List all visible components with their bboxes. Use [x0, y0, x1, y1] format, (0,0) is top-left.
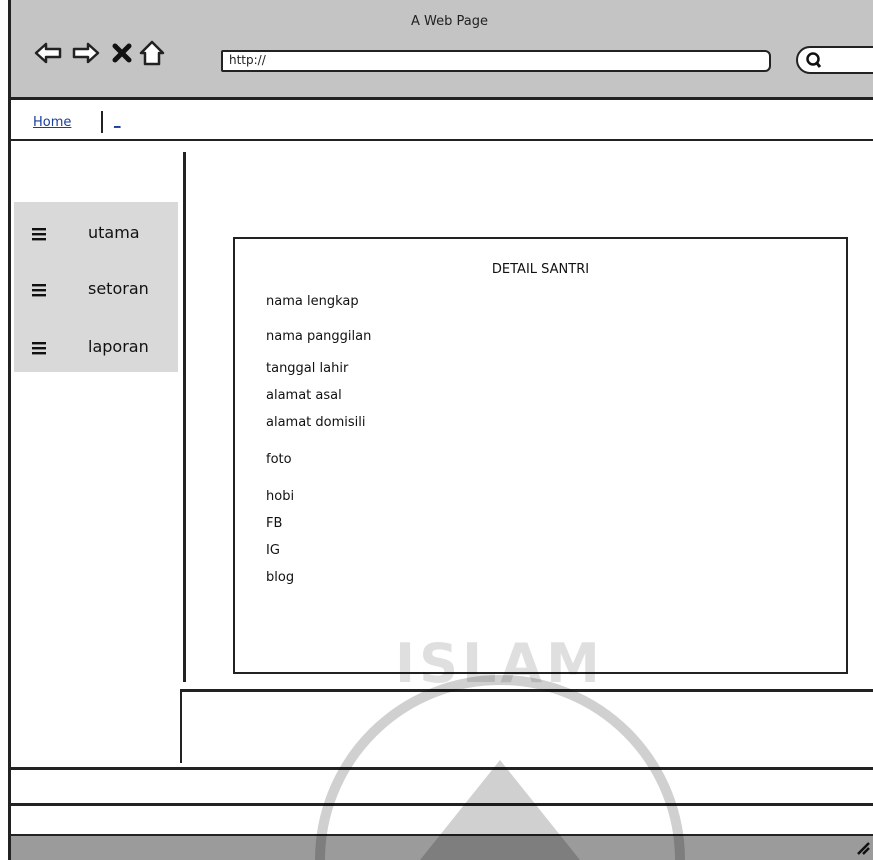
breadcrumb: Home _ [11, 103, 873, 141]
breadcrumb-current-link[interactable]: _ [114, 114, 121, 129]
sidebar-menu: utama setoran laporan [14, 202, 178, 372]
field-nama-panggilan: nama panggilan [266, 329, 372, 344]
sidebar-item-laporan[interactable]: laporan [14, 328, 178, 368]
panel-title: DETAIL SANTRI [491, 262, 590, 277]
field-fb: FB [266, 516, 283, 531]
field-foto: foto [266, 452, 292, 467]
sidebar-divider [183, 152, 186, 682]
detail-santri-panel: DETAIL SANTRI nama lengkap nama panggila… [233, 237, 848, 674]
resize-grip-icon[interactable] [855, 840, 871, 856]
sidebar-item-label: utama [88, 223, 140, 242]
back-arrow-icon[interactable] [33, 38, 63, 68]
sidebar-item-label: laporan [88, 337, 149, 356]
menu-icon [32, 284, 46, 297]
forward-arrow-icon[interactable] [71, 38, 101, 68]
search-icon[interactable] [805, 51, 823, 69]
window-title: A Web Page [411, 14, 488, 29]
menu-icon [32, 228, 46, 241]
field-blog: blog [266, 570, 295, 585]
search-field[interactable] [796, 46, 873, 74]
url-input[interactable]: http:// [221, 50, 771, 72]
sidebar-item-setoran[interactable]: setoran [14, 270, 178, 310]
field-tanggal-lahir: tanggal lahir [266, 361, 349, 376]
home-icon[interactable] [137, 38, 167, 68]
close-icon[interactable] [107, 38, 137, 68]
watermark-text: ISLAM [395, 632, 604, 695]
field-nama-lengkap: nama lengkap [266, 294, 359, 309]
sidebar-item-utama[interactable]: utama [14, 214, 178, 254]
menu-icon [32, 342, 46, 355]
browser-chrome: A Web Page http:// [8, 0, 873, 100]
sidebar-item-label: setoran [88, 279, 149, 298]
field-ig: IG [266, 543, 280, 558]
breadcrumb-separator [101, 111, 103, 133]
field-hobi: hobi [266, 489, 295, 504]
breadcrumb-home-link[interactable]: Home [33, 115, 71, 130]
field-alamat-domisili: alamat domisili [266, 415, 366, 430]
field-alamat-asal: alamat asal [266, 388, 342, 403]
